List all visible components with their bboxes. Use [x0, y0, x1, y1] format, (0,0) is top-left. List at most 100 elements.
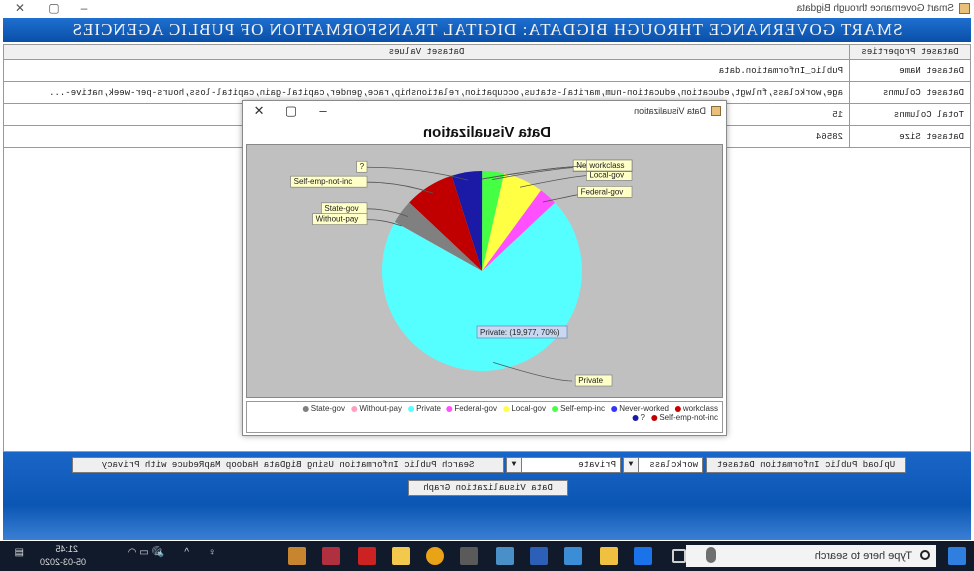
legend-item: workclass [674, 404, 718, 413]
slice-label-text: Without-pay [316, 215, 359, 224]
slice-label: Without-pay [312, 213, 368, 225]
data-visualization-graph-button[interactable]: Data Visualization Graph [408, 480, 568, 496]
legend-label: Federal-gov [454, 404, 498, 413]
legend-swatch [651, 414, 658, 421]
chrome-icon[interactable] [426, 547, 444, 565]
slice-label: ? [356, 160, 368, 173]
legend-swatch [632, 414, 639, 421]
store-icon[interactable] [600, 547, 618, 565]
close-icon[interactable]: ✕ [10, 1, 30, 15]
slice-label: Self-emp-not-inc [290, 175, 368, 188]
network-volume-icons[interactable]: 🔊 ▭ ◠ [128, 547, 164, 558]
legend-swatch [503, 405, 510, 412]
slice-label-text: State-gov [324, 204, 358, 213]
tooltip-text: Private: (19,977, 70%) [480, 328, 560, 337]
legend-item: State-gov [302, 404, 346, 413]
legend-item: Without-pay [351, 404, 402, 413]
column-header: Dataset Properties [849, 44, 971, 60]
java-app-icon [711, 106, 721, 116]
value-select-value: Private [578, 460, 616, 470]
java-app-taskbar-icon[interactable] [288, 547, 306, 565]
close-icon[interactable]: ✕ [249, 103, 269, 119]
slice-label: workclass [586, 159, 633, 172]
clock-time[interactable]: 21:45 [55, 544, 78, 554]
terminal-icon[interactable] [460, 547, 478, 565]
legend-item: Self-emp-not-inc [651, 413, 718, 422]
tray-chevron-icon[interactable]: ^ [184, 547, 189, 558]
table-header-row: Dataset Properties Dataset Values [3, 44, 971, 60]
legend-item: ? [632, 413, 646, 422]
start-icon[interactable] [948, 547, 966, 565]
legend-label: ? [640, 413, 646, 422]
clock-date[interactable]: 05-03-2020 [40, 557, 86, 567]
legend-label: Self-emp-inc [560, 404, 606, 413]
legend-label: Local-gov [511, 404, 547, 413]
pie-chart: ? Self-emp-not-inc State-gov Without-pay Pri… [290, 159, 633, 387]
minimize-icon[interactable]: – [74, 1, 94, 15]
mail-icon[interactable] [564, 547, 582, 565]
window-title: Smart Governance through Bigdata [796, 3, 954, 14]
legend-label: Without-pay [359, 404, 402, 413]
word-icon[interactable] [530, 547, 548, 565]
legend-label: Self-emp-not-inc [659, 413, 718, 422]
value-select[interactable]: Private ▼ [506, 457, 621, 473]
folder-icon[interactable] [392, 547, 410, 565]
java-app-icon [959, 3, 970, 14]
legend-label: State-gov [310, 404, 346, 413]
legend-label: Never-worked [619, 404, 669, 413]
table-cell: Dataset Columns [849, 81, 971, 104]
legend-item: Private [407, 404, 441, 413]
legend-label: Private [415, 404, 441, 413]
legend-item: Self-emp-inc [552, 404, 605, 413]
app-icon[interactable] [322, 547, 340, 565]
legend-item: Local-gov [503, 404, 546, 413]
cortana-icon [920, 550, 930, 560]
people-icon[interactable]: ♀ [209, 547, 217, 558]
slice-label-text: Private [578, 376, 603, 385]
legend-swatch [674, 405, 681, 412]
table-cell: Public_Information.data [3, 59, 850, 82]
dialog-titlebar: Data Visualization – ▢ ✕ [243, 101, 726, 121]
notifications-icon[interactable]: ▤ [15, 547, 24, 558]
slice-label: Federal-gov [577, 186, 633, 198]
column-header: Dataset Values [3, 44, 850, 60]
maximize-icon[interactable]: ▢ [281, 103, 301, 119]
data-visualization-dialog: Data Visualization – ▢ ✕ ? Self-emp-not-i… [242, 100, 727, 436]
minimize-icon[interactable]: – [313, 103, 333, 118]
legend-swatch [611, 405, 618, 412]
slice-label-text: Self-emp-not-inc [294, 177, 353, 186]
taskbar-search-placeholder: Type here to search [814, 550, 912, 562]
microphone-icon[interactable] [706, 547, 716, 563]
legend-swatch [351, 405, 358, 412]
upload-dataset-button[interactable]: Upload Public Information Dataset [706, 457, 906, 473]
search-public-info-button[interactable]: Search Public Information Using BigData … [72, 457, 504, 473]
chart-tooltip: Private: (19,977, 70%) [476, 325, 568, 339]
slice-label: State-gov [321, 202, 368, 215]
chevron-down-icon[interactable]: ▼ [507, 458, 522, 472]
legend-swatch [302, 405, 309, 412]
chart-plot-area: ? Self-emp-not-inc State-gov Without-pay Pri… [246, 144, 723, 398]
chevron-down-icon[interactable]: ▼ [624, 458, 639, 472]
maximize-icon[interactable]: ▢ [44, 1, 64, 15]
slice-label: Private [574, 374, 613, 387]
controls-panel: Upload Public Information Dataset workcl… [3, 452, 971, 540]
legend-swatch [446, 405, 453, 412]
acrobat-icon[interactable] [358, 547, 376, 565]
files-icon[interactable] [496, 547, 514, 565]
page-title: SMART GOVERNANCE THROUGH BIGDATA: DIGITA… [3, 18, 971, 42]
column-select[interactable]: workclass ▼ [623, 457, 703, 473]
legend-swatch [407, 405, 414, 412]
task-view-icon[interactable] [672, 549, 686, 563]
slice-label-text: ? [360, 162, 365, 171]
legend-item: Federal-gov [446, 404, 498, 413]
table-cell: Total Columns [849, 103, 971, 126]
edge-browser-icon[interactable] [634, 547, 652, 565]
table-cell: Dataset Name [849, 59, 971, 82]
legend-label: workclass [682, 404, 718, 413]
table-row[interactable]: Dataset Name Public_Information.data [3, 59, 971, 82]
slice-label-text: workclass [588, 161, 624, 170]
dialog-title: Data Visualization [634, 106, 706, 116]
taskbar-search-input[interactable]: Type here to search [686, 545, 936, 567]
chart-title: Data Visualization [422, 124, 552, 141]
slice-label-text: Federal-gov [581, 187, 624, 196]
